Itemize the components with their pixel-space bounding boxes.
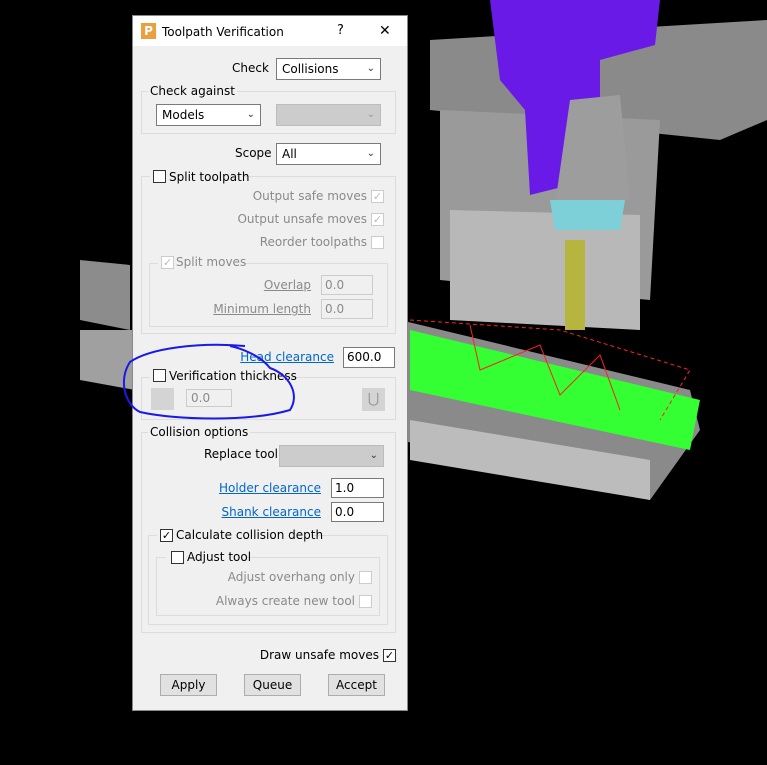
chevron-down-icon: ⌄ bbox=[366, 63, 375, 74]
chevron-down-icon: ⌄ bbox=[369, 450, 378, 461]
verification-thickness-checkbox[interactable] bbox=[153, 369, 166, 382]
scope-select[interactable]: All ⌄ bbox=[276, 143, 381, 165]
tool-thickness-icon bbox=[151, 388, 174, 410]
check-against-secondary-select: ⌄ bbox=[276, 104, 381, 126]
collision-options-label: Collision options bbox=[148, 425, 251, 439]
adjust-tool-label: Adjust tool bbox=[187, 550, 252, 564]
check-against-select[interactable]: Models ⌄ bbox=[156, 104, 261, 126]
title-bar[interactable]: P Toolpath Verification ? ✕ bbox=[133, 16, 407, 46]
overlap-label: Overlap bbox=[263, 278, 311, 292]
split-moves-label: Split moves bbox=[176, 255, 247, 269]
output-safe-moves-checkbox: ✓ bbox=[371, 190, 384, 203]
toolpath-verification-dialog: P Toolpath Verification ? ✕ Check Collis… bbox=[132, 15, 408, 711]
replace-tool-label: Replace tool bbox=[204, 447, 279, 461]
chevron-down-icon: ⌄ bbox=[246, 109, 255, 120]
replace-tool-select: ⌄ bbox=[279, 445, 384, 467]
chevron-down-icon: ⌄ bbox=[366, 148, 375, 159]
split-toolpath-label: Split toolpath bbox=[169, 170, 250, 184]
adjust-overhang-only-checkbox bbox=[359, 571, 372, 584]
app-icon: P bbox=[141, 23, 156, 39]
check-against-label: Check against bbox=[148, 84, 237, 98]
scope-label: Scope bbox=[235, 146, 272, 160]
apply-button[interactable]: Apply bbox=[160, 674, 217, 696]
help-button[interactable]: ? bbox=[337, 24, 344, 38]
output-safe-moves-label: Output safe moves bbox=[252, 189, 367, 203]
calculate-collision-depth-checkbox[interactable]: ✓ bbox=[160, 529, 173, 542]
output-unsafe-moves-label: Output unsafe moves bbox=[237, 212, 367, 226]
verification-thickness-input: 0.0 bbox=[186, 389, 232, 407]
calculate-collision-depth-label: Calculate collision depth bbox=[176, 528, 324, 542]
holder-clearance-input[interactable]: 1.0 bbox=[331, 478, 384, 498]
split-toolpath-checkbox[interactable] bbox=[153, 170, 166, 183]
draw-unsafe-moves-checkbox[interactable]: ✓ bbox=[383, 649, 396, 662]
accept-button[interactable]: Accept bbox=[328, 674, 385, 696]
shank-clearance-link[interactable]: Shank clearance bbox=[222, 505, 322, 519]
adjust-overhang-only-label: Adjust overhang only bbox=[227, 570, 355, 584]
always-create-new-tool-label: Always create new tool bbox=[215, 594, 355, 608]
head-clearance-link[interactable]: Head clearance bbox=[240, 350, 334, 364]
reorder-toolpaths-label: Reorder toolpaths bbox=[259, 235, 367, 249]
check-select[interactable]: Collisions ⌄ bbox=[276, 58, 381, 80]
queue-button[interactable]: Queue bbox=[244, 674, 301, 696]
shank-clearance-input[interactable]: 0.0 bbox=[331, 502, 384, 522]
holder-clearance-link[interactable]: Holder clearance bbox=[219, 481, 321, 495]
draw-unsafe-moves-label: Draw unsafe moves bbox=[259, 648, 379, 662]
check-label: Check bbox=[232, 61, 269, 75]
adjust-tool-checkbox[interactable] bbox=[171, 551, 184, 564]
head-clearance-input[interactable]: 600.0 bbox=[343, 347, 395, 368]
verification-thickness-label: Verification thickness bbox=[169, 369, 297, 383]
output-unsafe-moves-checkbox: ✓ bbox=[371, 213, 384, 226]
split-moves-checkbox: ✓ bbox=[161, 256, 174, 269]
reorder-toolpaths-checkbox bbox=[371, 236, 384, 249]
minimum-length-label: Minimum length bbox=[213, 302, 311, 316]
chevron-down-icon: ⌄ bbox=[366, 109, 375, 120]
always-create-new-tool-checkbox bbox=[359, 595, 372, 608]
minimum-length-input: 0.0 bbox=[321, 299, 373, 319]
dialog-title: Toolpath Verification bbox=[162, 25, 284, 39]
overlap-input: 0.0 bbox=[321, 275, 373, 295]
close-button[interactable]: ✕ bbox=[379, 24, 391, 38]
holder-thickness-icon: ⋃ bbox=[362, 388, 385, 411]
